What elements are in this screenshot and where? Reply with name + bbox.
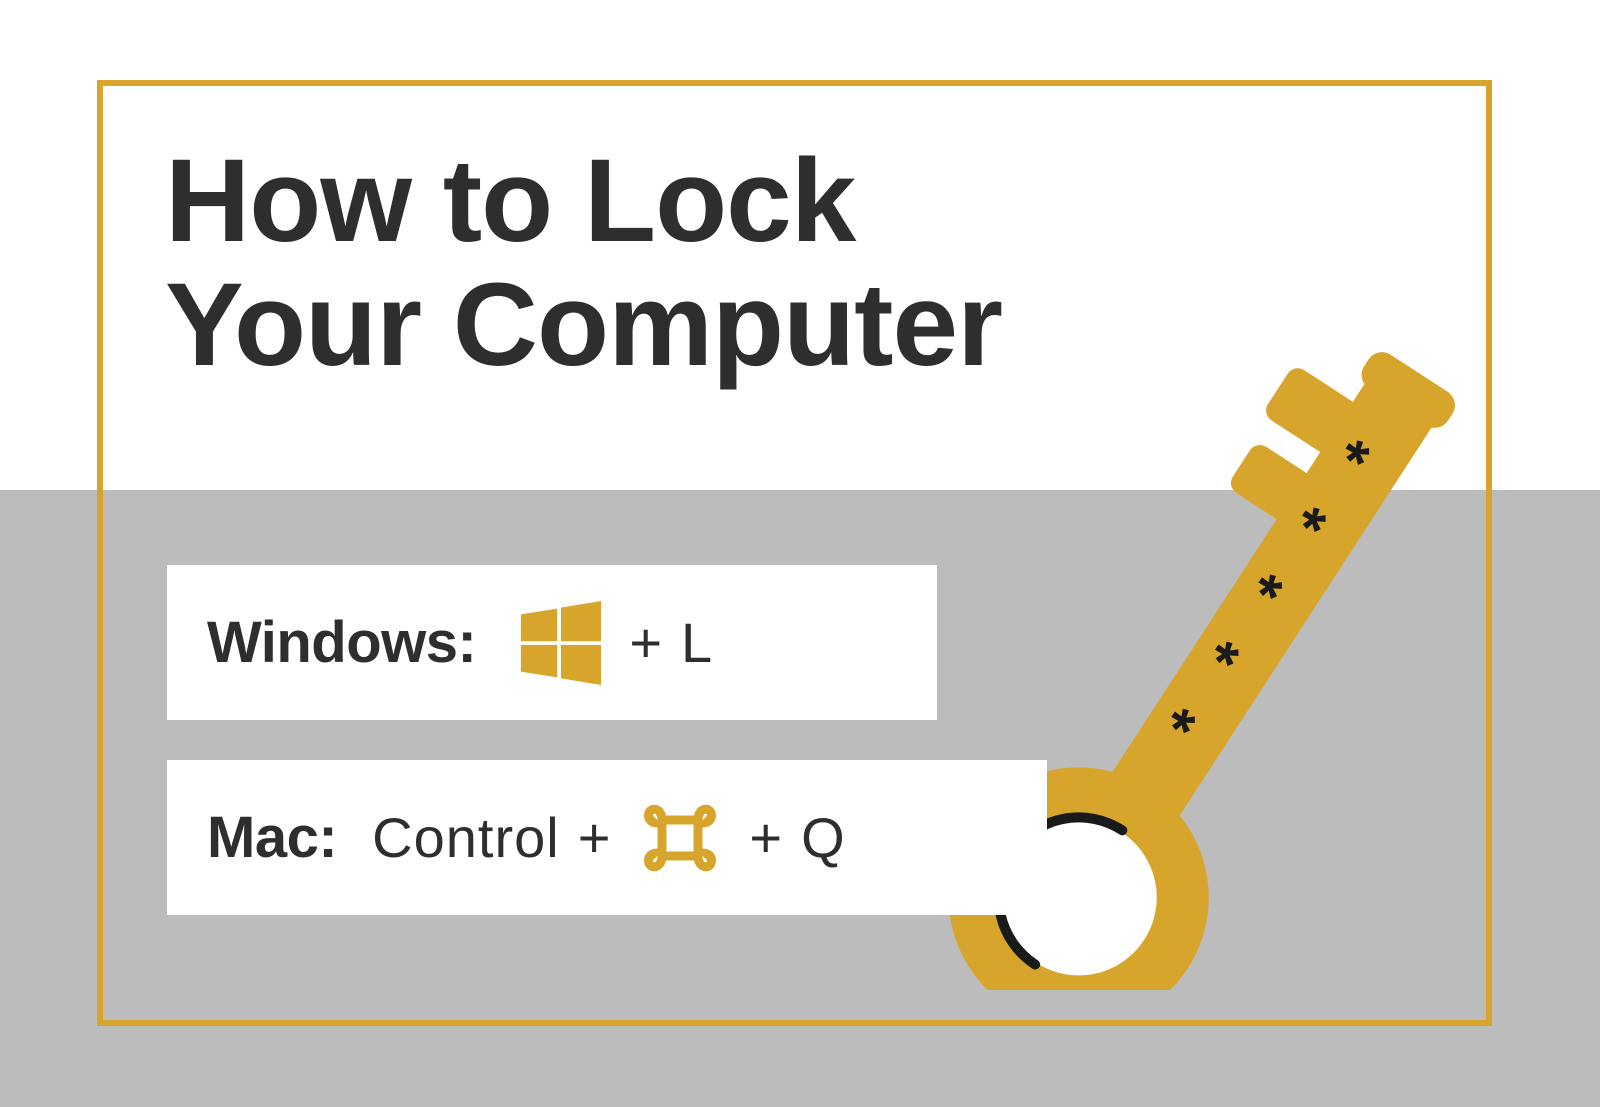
infographic-stage: * * * * * How to Lock Your Computer Wind… (0, 0, 1600, 1107)
mac-key-q: Q (801, 805, 846, 870)
title-line-1: How to Lock (165, 140, 1002, 264)
plus-sign: + (629, 610, 663, 675)
mac-key-combo: Control + + Q (372, 793, 846, 883)
title-line-2: Your Computer (165, 264, 1002, 388)
page-title: How to Lock Your Computer (165, 140, 1002, 388)
command-key-icon (635, 793, 725, 883)
windows-key-combo: + L (511, 601, 713, 685)
windows-label: Windows: (207, 609, 476, 676)
windows-key-l: L (681, 610, 713, 675)
windows-logo-icon (519, 601, 603, 685)
plus-sign: + (578, 805, 612, 870)
windows-shortcut-card: Windows: + L (167, 565, 937, 720)
mac-shortcut-card: Mac: Control + + Q (167, 760, 1047, 915)
mac-label: Mac: (207, 804, 337, 871)
plus-sign: + (749, 805, 783, 870)
mac-control-key: Control (372, 805, 560, 870)
